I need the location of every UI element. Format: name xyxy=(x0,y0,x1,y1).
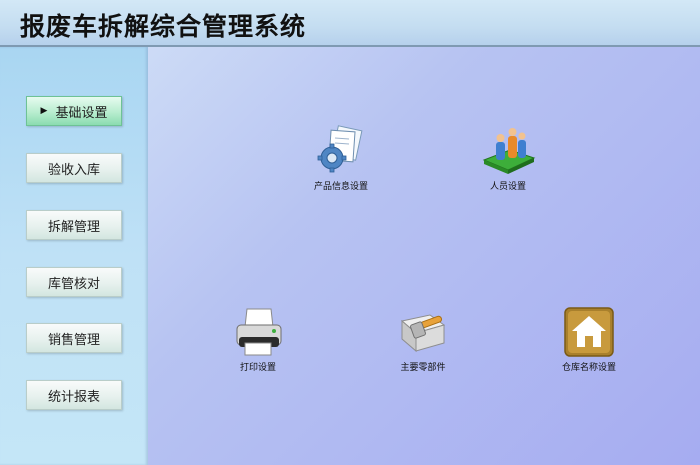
nav-label: 销售管理 xyxy=(47,332,100,348)
printer-icon xyxy=(236,308,282,356)
tile-label: 产品信息设置 xyxy=(313,182,368,192)
warehouse-icon xyxy=(564,307,614,357)
tile-label: 主要零部件 xyxy=(400,363,446,373)
tile-label: 打印设置 xyxy=(239,363,276,373)
nav-label: 拆解管理 xyxy=(47,219,100,235)
nav-dismantling[interactable]: 拆解管理 xyxy=(26,210,122,240)
tile-warehouse-settings[interactable]: 仓库名称设置 xyxy=(539,307,639,373)
sidebar: ▶ 基础设置 验收入库 拆解管理 库管核对 销售管理 统计报表 xyxy=(0,47,148,465)
product-settings-icon xyxy=(317,125,363,173)
personnel-icon xyxy=(482,128,536,174)
nav-label: 库管核对 xyxy=(47,276,100,292)
tile-print-settings[interactable]: 打印设置 xyxy=(208,307,308,373)
tile-label: 人员设置 xyxy=(489,182,526,192)
tile-main-parts[interactable]: 主要零部件 xyxy=(373,309,473,373)
nav-reports[interactable]: 统计报表 xyxy=(26,380,122,410)
arrow-right-icon: ▶ xyxy=(40,106,48,116)
app-title: 报废车拆解综合管理系统 xyxy=(20,12,307,41)
nav-label: 统计报表 xyxy=(47,389,100,405)
nav-inventory-check[interactable]: 库管核对 xyxy=(26,267,122,297)
parts-icon xyxy=(400,314,446,353)
tile-product-settings[interactable]: 产品信息设置 xyxy=(291,124,391,192)
title-bar: 报废车拆解综合管理系统 xyxy=(0,0,700,47)
tile-personnel[interactable]: 人员设置 xyxy=(458,124,558,192)
tile-label: 仓库名称设置 xyxy=(561,363,616,373)
nav-sales[interactable]: 销售管理 xyxy=(26,323,122,353)
nav-label: 验收入库 xyxy=(47,162,100,178)
nav-label: 基础设置 xyxy=(55,105,108,121)
nav-basic-settings[interactable]: ▶ 基础设置 xyxy=(26,96,122,126)
nav-acceptance-storage[interactable]: 验收入库 xyxy=(26,153,122,183)
